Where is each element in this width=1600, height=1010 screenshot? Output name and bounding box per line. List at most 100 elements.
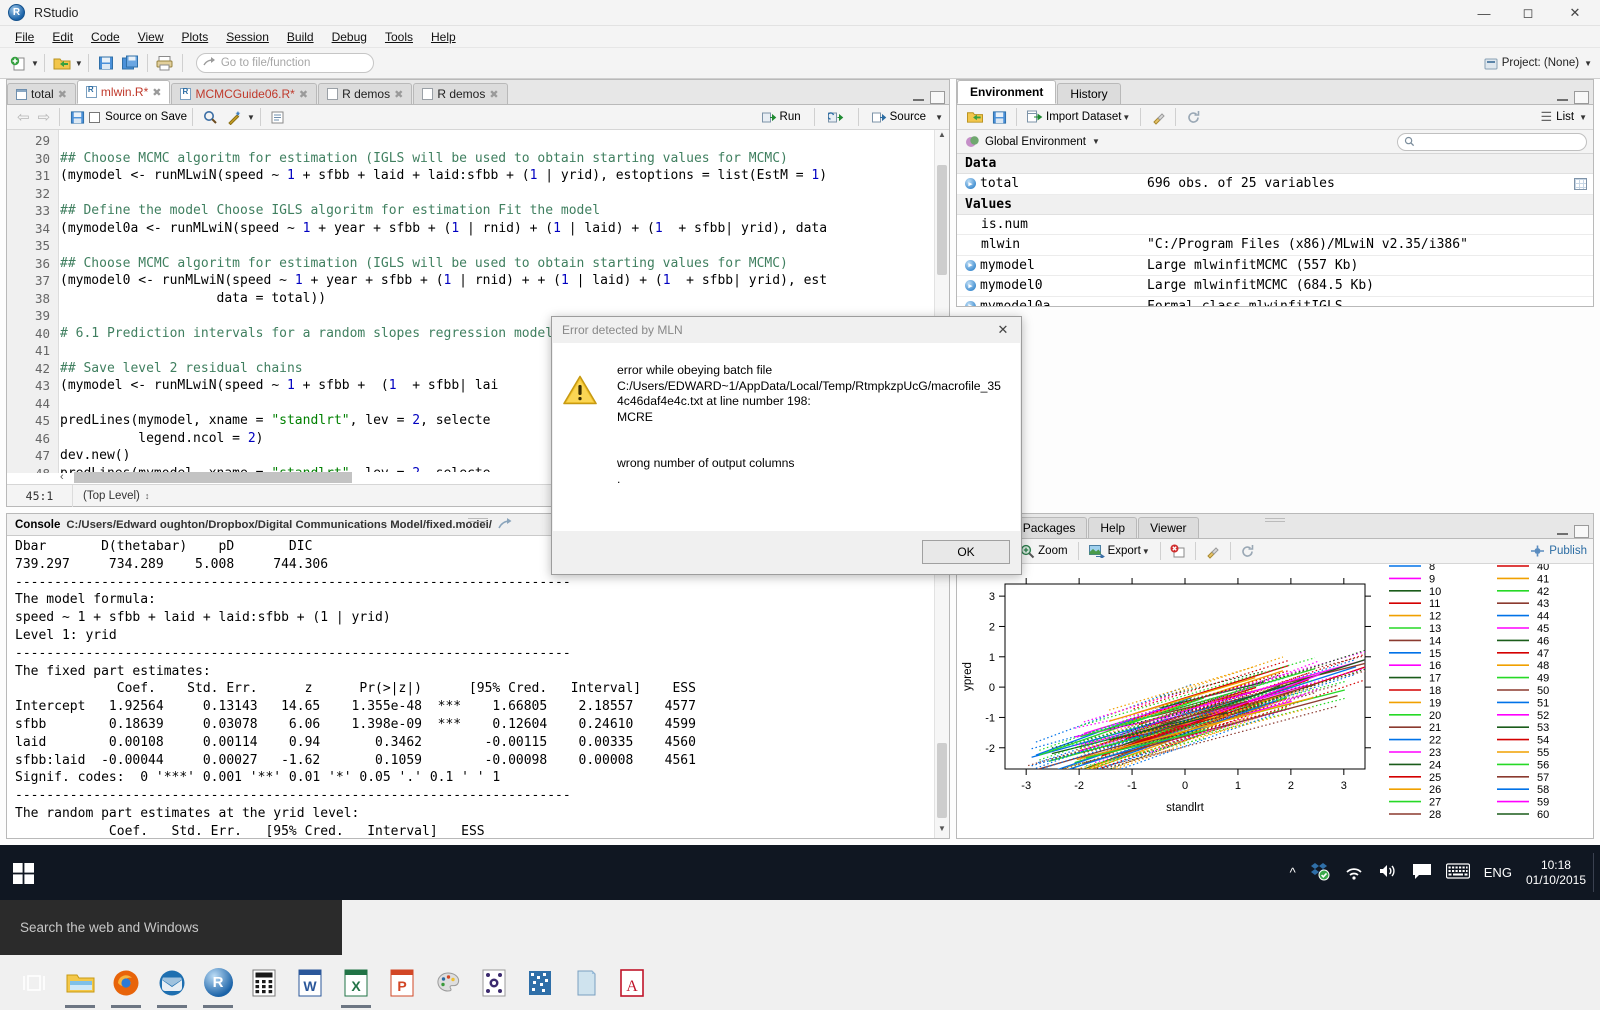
scrollbar-thumb[interactable] xyxy=(937,743,947,818)
menu-debug[interactable]: Debug xyxy=(323,28,376,46)
chevron-down-icon[interactable]: ▼ xyxy=(1092,137,1100,146)
scope-updown-icon[interactable]: ↕ xyxy=(145,491,150,501)
save-icon[interactable] xyxy=(66,106,88,128)
menu-help[interactable]: Help xyxy=(422,28,465,46)
import-dataset-button[interactable]: Import Dataset ▼ xyxy=(1023,106,1134,128)
notifications-icon[interactable] xyxy=(1412,863,1432,883)
chevron-down-icon[interactable]: ▼ xyxy=(1579,113,1587,122)
compile-notebook-icon[interactable] xyxy=(267,106,289,128)
editor-tab-rdemos-2[interactable]: R demos ✖ xyxy=(413,83,507,104)
speaker-icon[interactable] xyxy=(1378,862,1398,883)
taskbar-app-adobe-reader[interactable]: A xyxy=(612,955,652,1010)
taskbar-app-calculator[interactable] xyxy=(244,955,284,1010)
chevron-down-icon[interactable]: ▼ xyxy=(1122,113,1130,122)
tab-history[interactable]: History xyxy=(1057,83,1120,104)
taskbar-app-firefox[interactable] xyxy=(106,955,146,1010)
windows-start-icon[interactable] xyxy=(0,845,48,900)
taskbar-clock[interactable]: 10:18 01/10/2015 xyxy=(1526,858,1586,888)
taskbar-search-input[interactable]: Search the web and Windows xyxy=(0,900,342,955)
scrollbar-thumb[interactable] xyxy=(937,165,947,275)
maximize-pane-icon[interactable] xyxy=(1574,525,1589,538)
close-icon[interactable]: ✖ xyxy=(58,88,67,101)
environment-object-list[interactable]: Data▶total696 obs. of 25 variablesValues… xyxy=(957,154,1593,306)
clear-objects-icon[interactable] xyxy=(1147,106,1169,128)
re-run-icon[interactable] xyxy=(824,106,849,128)
console-output[interactable]: Dbar D(thetabar) pD DIC739.297 734.289 5… xyxy=(7,536,934,838)
taskbar-app-paint[interactable] xyxy=(428,955,468,1010)
refresh-icon[interactable] xyxy=(1182,106,1204,128)
console-vertical-scrollbar[interactable]: ▲ ▼ xyxy=(934,536,949,838)
search-icon[interactable] xyxy=(199,106,221,128)
pane-resize-grip[interactable] xyxy=(1265,518,1285,522)
close-icon[interactable]: ✖ xyxy=(489,88,498,101)
language-indicator[interactable]: ENG xyxy=(1484,865,1512,880)
environment-row[interactable]: is.num xyxy=(957,215,1593,236)
forward-arrow-icon[interactable]: ⇨ xyxy=(34,108,55,126)
goto-file-function-input[interactable]: Go to file/function xyxy=(196,53,374,73)
code-scope-selector[interactable]: (Top Level) ↕ xyxy=(73,485,159,507)
close-icon[interactable]: ✕ xyxy=(1550,0,1600,26)
minimize-pane-icon[interactable] xyxy=(911,91,926,104)
expand-object-icon[interactable]: ▶ xyxy=(965,280,976,291)
environment-view-selector[interactable]: ☰ List ▼ xyxy=(1541,109,1587,125)
tab-help[interactable]: Help xyxy=(1088,517,1137,538)
taskbar-app-thunderbird[interactable] xyxy=(152,955,192,1010)
environment-row[interactable]: ▶mymodelLarge mlwinfitMCMC (557 Kb) xyxy=(957,256,1593,277)
task-view-icon[interactable] xyxy=(14,955,54,1010)
list-view-icon[interactable]: ☰ xyxy=(1541,109,1553,125)
dropbox-icon[interactable] xyxy=(1310,861,1330,884)
environment-row[interactable]: mlwin"C:/Program Files (x86)/MLwiN v2.35… xyxy=(957,235,1593,256)
chevron-down-icon[interactable]: ▼ xyxy=(247,113,255,122)
plot-canvas[interactable]: -3-2-10123-2-10123standlrtypred891011121… xyxy=(957,564,1593,838)
touch-keyboard-icon[interactable] xyxy=(1446,863,1470,882)
expand-object-icon[interactable]: ▶ xyxy=(965,178,976,189)
taskbar-app-excel[interactable]: X xyxy=(336,955,376,1010)
view-dataframe-icon[interactable] xyxy=(1574,178,1587,190)
taskbar-app-file-explorer[interactable] xyxy=(60,955,100,1010)
close-icon[interactable]: ✖ xyxy=(299,88,308,101)
scroll-down-icon[interactable]: ▼ xyxy=(935,824,949,838)
environment-row[interactable]: ▶mymodel0aFormal class mlwinfitIGLS xyxy=(957,297,1593,307)
code-tools-icon[interactable] xyxy=(223,106,245,128)
code-line[interactable] xyxy=(60,237,949,255)
print-icon[interactable] xyxy=(154,52,176,74)
run-button[interactable]: Run xyxy=(758,106,805,128)
zoom-button[interactable]: Zoom xyxy=(1016,540,1071,562)
remove-plot-icon[interactable] xyxy=(1167,540,1189,562)
refresh-icon[interactable] xyxy=(1237,540,1259,562)
menu-session[interactable]: Session xyxy=(217,28,278,46)
taskbar-app-dropbox-folder[interactable] xyxy=(520,955,560,1010)
taskbar-app-r-console[interactable]: R xyxy=(198,955,238,1010)
chevron-up-icon[interactable]: ^ xyxy=(1290,865,1296,880)
code-line[interactable]: data = total)) xyxy=(60,290,949,308)
menu-edit[interactable]: Edit xyxy=(43,28,82,46)
code-line[interactable]: (mymodel0a <- runMLwiN(speed ~ 1 + year … xyxy=(60,220,949,238)
save-all-icon[interactable] xyxy=(119,52,141,74)
scrollbar-thumb[interactable] xyxy=(74,472,352,483)
project-selector[interactable]: Project: (None) ▼ xyxy=(1484,57,1592,70)
scroll-up-icon[interactable]: ▲ xyxy=(935,130,949,144)
tab-packages[interactable]: Packages xyxy=(1011,517,1088,538)
open-directory-icon[interactable] xyxy=(498,518,513,531)
publish-button[interactable]: Publish xyxy=(1530,544,1587,558)
tab-viewer[interactable]: Viewer xyxy=(1138,517,1198,538)
taskbar-app-onenote[interactable] xyxy=(566,955,606,1010)
code-line[interactable] xyxy=(60,185,949,203)
chevron-down-icon[interactable]: ▼ xyxy=(1584,59,1592,68)
pane-resize-grip[interactable] xyxy=(468,518,488,522)
chevron-down-icon[interactable]: ▼ xyxy=(935,113,943,122)
save-icon[interactable] xyxy=(95,52,117,74)
environment-row[interactable]: ▶total696 obs. of 25 variables xyxy=(957,174,1593,195)
menu-file[interactable]: File xyxy=(6,28,43,46)
menu-build[interactable]: Build xyxy=(278,28,323,46)
maximize-icon[interactable]: ◻ xyxy=(1506,0,1550,26)
code-line[interactable]: ## Define the model Choose IGLS algoritm… xyxy=(60,202,949,220)
editor-tab-mcmcguide06[interactable]: MCMCGuide06.R* ✖ xyxy=(171,83,317,104)
taskbar-app-powerpoint[interactable]: P xyxy=(382,955,422,1010)
back-arrow-icon[interactable]: ⇦ xyxy=(13,108,34,126)
code-line[interactable]: (mymodel0 <- runMLwiN(speed ~ 1 + year +… xyxy=(60,272,949,290)
close-icon[interactable]: ✖ xyxy=(394,88,403,101)
export-button[interactable]: Export ▼ xyxy=(1085,540,1154,562)
source-button[interactable]: Source xyxy=(868,106,930,128)
open-folder-icon[interactable] xyxy=(51,52,73,74)
